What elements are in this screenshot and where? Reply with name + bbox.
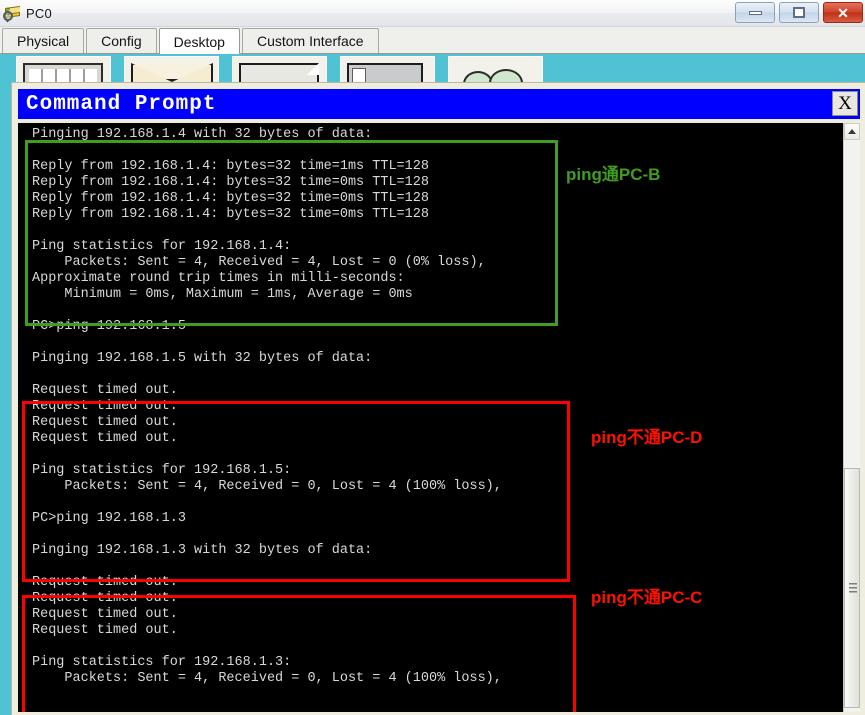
pc0-device-window: $ PC0 ✕ Physical Config Desktop Custom I… <box>0 0 865 715</box>
packet-tracer-inspect-icon: $ <box>3 3 23 23</box>
command-prompt-titlebar: Command Prompt X <box>18 89 860 119</box>
fail-pcc-annotation-label: ping不通PC-C <box>591 588 703 607</box>
command-prompt-title: Command Prompt <box>26 92 217 116</box>
scrollbar-grip-icon <box>849 583 857 593</box>
window-controls: ✕ <box>735 2 863 23</box>
minimize-button[interactable] <box>735 2 775 23</box>
command-prompt-window: Command Prompt X Pinging 192.168.1.4 wit… <box>11 82 865 715</box>
tab-desktop[interactable]: Desktop <box>158 28 240 54</box>
command-prompt-close-icon[interactable]: X <box>832 91 858 116</box>
scrollbar-thumb[interactable] <box>844 468 860 708</box>
terminal-scrollbar[interactable] <box>843 123 860 712</box>
tab-config[interactable]: Config <box>86 28 157 53</box>
window-title: PC0 <box>26 5 52 21</box>
tab-physical[interactable]: Physical <box>2 28 85 53</box>
device-tab-bar: Physical Config Desktop Custom Interface <box>0 27 865 54</box>
terminal-output-area[interactable]: Pinging 192.168.1.4 with 32 bytes of dat… <box>18 123 860 712</box>
window-titlebar: $ PC0 ✕ <box>0 0 865 27</box>
maximize-button[interactable] <box>779 2 819 23</box>
scroll-up-arrow-icon[interactable] <box>844 123 860 140</box>
success-annotation-label: ping通PC-B <box>566 165 661 184</box>
desktop-pane: Command Prompt X Pinging 192.168.1.4 wit… <box>0 54 865 715</box>
close-button[interactable]: ✕ <box>823 2 863 23</box>
terminal-text: Pinging 192.168.1.4 with 32 bytes of dat… <box>32 127 502 686</box>
tab-custom-interface[interactable]: Custom Interface <box>241 28 379 53</box>
fail-pcd-annotation-label: ping不通PC-D <box>591 428 703 447</box>
